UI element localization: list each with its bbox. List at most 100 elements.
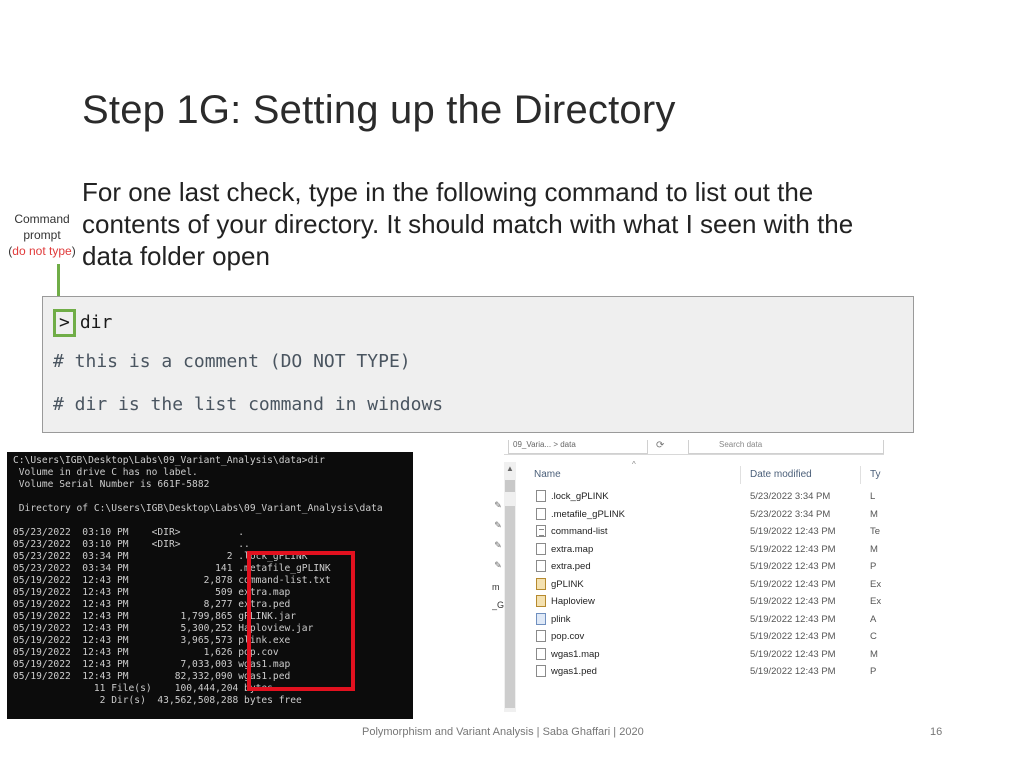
file-date-modified: 5/19/2022 12:43 PM bbox=[750, 666, 836, 677]
cmd-output-line: Directory of C:\Users\IGB\Desktop\Labs\0… bbox=[13, 503, 383, 514]
file-date-modified: 5/19/2022 12:43 PM bbox=[750, 596, 836, 607]
search-input[interactable]: Search data bbox=[688, 440, 884, 454]
file-name: command-list bbox=[551, 526, 608, 537]
file-name: extra.map bbox=[551, 543, 594, 555]
file-row[interactable]: wgas1.ped 5/19/2022 12:43 PM P bbox=[522, 663, 884, 681]
file-file-icon bbox=[536, 630, 546, 642]
pin-icon[interactable]: ✎ bbox=[492, 560, 504, 580]
cmd-output-line: Volume in drive C has no label. bbox=[13, 467, 198, 478]
txt-file-icon bbox=[536, 525, 546, 537]
file-row[interactable]: Haploview 5/19/2022 12:43 PM Ex bbox=[522, 593, 884, 611]
side-note-line-2: prompt bbox=[23, 228, 61, 242]
side-note-paren-close: ) bbox=[71, 244, 76, 258]
file-name: extra.ped bbox=[551, 561, 591, 572]
pin-icon[interactable]: ✎ bbox=[492, 540, 504, 560]
file-type: Te bbox=[870, 526, 881, 537]
pin-icon[interactable]: ✎ bbox=[492, 500, 504, 520]
sort-up-icon: ^ bbox=[632, 460, 636, 469]
column-header-row: Name ^ Date modified Ty bbox=[522, 460, 884, 484]
jar-file-icon bbox=[536, 577, 546, 590]
scroll-thumb[interactable] bbox=[505, 480, 515, 492]
file-file-icon bbox=[536, 560, 546, 572]
nav-pane-scrollbar[interactable]: ▲ bbox=[504, 462, 516, 712]
file-type: L bbox=[870, 491, 876, 502]
file-type: Ex bbox=[870, 596, 882, 607]
side-note-line-1: Command bbox=[14, 212, 70, 226]
file-date-modified: 5/19/2022 12:43 PM bbox=[750, 648, 836, 660]
file-type: P bbox=[870, 666, 877, 677]
instruction-line-2: contents of your directory. It should ma… bbox=[82, 209, 854, 239]
file-date-modified: 5/23/2022 3:34 PM bbox=[750, 508, 831, 520]
file-explorer-window: 09_Varia... > data ⟳ Search data ▲ ✎ ✎ ✎… bbox=[492, 440, 884, 715]
file-name: Haploview bbox=[551, 596, 595, 607]
file-name: pop.cov bbox=[551, 631, 585, 642]
quick-access-pins: ✎ ✎ ✎ ✎ bbox=[492, 500, 504, 580]
file-list-highlight-box bbox=[247, 551, 355, 691]
file-file-icon bbox=[536, 542, 546, 555]
file-date-modified: 5/19/2022 12:43 PM bbox=[750, 526, 836, 537]
file-type: Ex bbox=[870, 578, 882, 590]
instruction-text: For one last check, type in the followin… bbox=[82, 176, 942, 272]
file-type: M bbox=[870, 648, 878, 660]
file-name: .lock_gPLINK bbox=[551, 491, 609, 502]
code-comment-2: # dir is the list command in windows bbox=[53, 394, 444, 415]
file-row[interactable]: plink 5/19/2022 12:43 PM A bbox=[522, 611, 884, 629]
command-prompt-window: C:\Users\IGB\Desktop\Labs\09_Variant_Ana… bbox=[7, 452, 413, 719]
code-block: > dir # this is a comment (DO NOT TYPE) #… bbox=[42, 296, 914, 433]
scroll-track[interactable] bbox=[505, 506, 515, 708]
column-header-name[interactable]: Name bbox=[534, 469, 561, 480]
cmd-output-line: 05/23/2022 03:10 PM <DIR> . bbox=[13, 527, 245, 538]
file-date-modified: 5/19/2022 12:43 PM bbox=[750, 578, 836, 590]
file-date-modified: 5/19/2022 12:43 PM bbox=[750, 631, 836, 642]
file-file-icon bbox=[536, 647, 546, 660]
file-name: wgas1.ped bbox=[551, 666, 597, 677]
file-row[interactable]: .metafile_gPLINK 5/23/2022 3:34 PM M bbox=[522, 506, 884, 524]
side-note-line-3: (do not type) bbox=[4, 243, 80, 259]
dir-command: dir bbox=[79, 312, 113, 333]
nav-label[interactable]: m bbox=[492, 578, 504, 596]
file-row[interactable]: command-list 5/19/2022 12:43 PM Te bbox=[522, 523, 884, 541]
scroll-up-icon[interactable]: ▲ bbox=[506, 464, 514, 473]
file-file-icon bbox=[536, 490, 546, 502]
slide-footer: Polymorphism and Variant Analysis | Saba… bbox=[362, 726, 644, 738]
file-name: gPLINK bbox=[551, 578, 584, 590]
slide-title: Step 1G: Setting up the Directory bbox=[82, 88, 676, 132]
jar-file-icon bbox=[536, 595, 546, 607]
refresh-icon[interactable]: ⟳ bbox=[656, 440, 664, 451]
file-row[interactable]: pop.cov 5/19/2022 12:43 PM C bbox=[522, 628, 884, 646]
file-date-modified: 5/19/2022 12:43 PM bbox=[750, 543, 836, 555]
file-type: C bbox=[870, 631, 877, 642]
cmd-output-line: 05/23/2022 03:10 PM <DIR> .. bbox=[13, 539, 250, 550]
column-divider[interactable] bbox=[740, 466, 741, 484]
command-prompt-note: Command prompt (do not type) bbox=[4, 211, 80, 259]
file-name: .metafile_gPLINK bbox=[551, 508, 625, 520]
code-comment-1: # this is a comment (DO NOT TYPE) bbox=[53, 351, 411, 372]
cmd-output-line bbox=[13, 491, 407, 503]
prompt-symbol: > bbox=[53, 309, 76, 337]
code-line-command: > dir bbox=[53, 309, 112, 337]
cmd-output-line: 2 Dir(s) 43,562,508,288 bytes free bbox=[13, 695, 302, 706]
file-type: A bbox=[870, 613, 877, 625]
breadcrumb[interactable]: 09_Varia... > data bbox=[508, 440, 648, 454]
pin-icon[interactable]: ✎ bbox=[492, 520, 504, 540]
instruction-line-3-rest: folder open bbox=[132, 241, 270, 271]
file-date-modified: 5/19/2022 12:43 PM bbox=[750, 613, 836, 625]
nav-label[interactable]: _G bbox=[492, 596, 504, 614]
file-row[interactable]: wgas1.map 5/19/2022 12:43 PM M bbox=[522, 646, 884, 664]
exe-file-icon bbox=[536, 612, 546, 625]
file-row[interactable]: gPLINK 5/19/2022 12:43 PM Ex bbox=[522, 576, 884, 594]
file-name: wgas1.map bbox=[551, 648, 600, 660]
file-date-modified: 5/23/2022 3:34 PM bbox=[750, 491, 831, 502]
file-row[interactable]: .lock_gPLINK 5/23/2022 3:34 PM L bbox=[522, 488, 884, 506]
file-type: M bbox=[870, 543, 878, 555]
cmd-output-line bbox=[13, 515, 407, 527]
column-header-type[interactable]: Ty bbox=[870, 469, 881, 480]
file-file-icon bbox=[536, 507, 546, 520]
column-header-date[interactable]: Date modified bbox=[750, 469, 812, 480]
data-folder-highlight: data bbox=[82, 241, 133, 271]
file-file-icon bbox=[536, 665, 546, 677]
file-row[interactable]: extra.ped 5/19/2022 12:43 PM P bbox=[522, 558, 884, 576]
file-name: plink bbox=[551, 613, 571, 625]
file-row[interactable]: extra.map 5/19/2022 12:43 PM M bbox=[522, 541, 884, 559]
column-divider[interactable] bbox=[860, 466, 861, 484]
